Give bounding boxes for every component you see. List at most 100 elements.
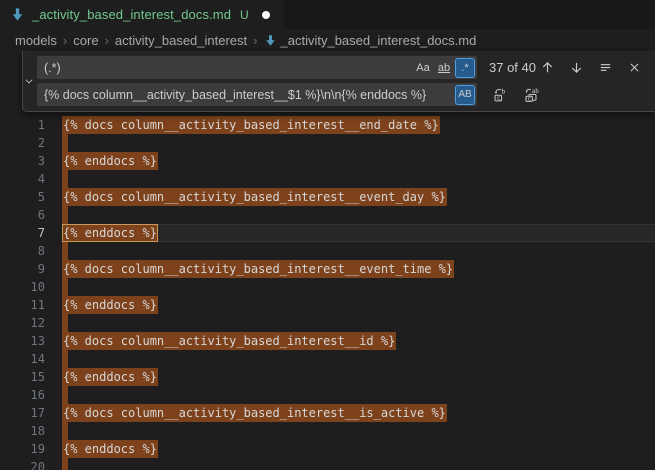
line-content[interactable] <box>62 422 655 440</box>
replace-actions: b c ab <box>489 84 542 106</box>
current-find-match: {% enddocs %} <box>62 224 158 242</box>
line-number[interactable]: 2 <box>0 134 62 152</box>
editor-line: 2 <box>0 134 655 152</box>
whole-word-button[interactable]: ab <box>434 58 454 78</box>
toggle-replace-button[interactable] <box>23 51 35 111</box>
replace-all-button[interactable]: ab c <box>520 84 542 106</box>
line-number[interactable]: 3 <box>0 152 62 170</box>
line-content[interactable]: {% docs column__activity_based_interest_… <box>62 116 655 134</box>
replace-all-icon: ab c <box>523 87 539 103</box>
editor-line: 4 <box>0 170 655 188</box>
selection-lines-icon <box>598 60 613 75</box>
unsaved-changes-dot-icon[interactable] <box>262 11 270 19</box>
chevron-right-icon: › <box>105 33 109 48</box>
replace-button[interactable]: b c <box>489 84 511 106</box>
line-number[interactable]: 5 <box>0 188 62 206</box>
editor-line: 3{% enddocs %} <box>0 152 655 170</box>
breadcrumb-item-file[interactable]: _activity_based_interest_docs.md <box>264 33 477 48</box>
breadcrumb-item-core[interactable]: core <box>73 33 98 48</box>
line-number[interactable]: 11 <box>0 296 62 314</box>
find-actions <box>536 57 645 79</box>
line-number[interactable]: 4 <box>0 170 62 188</box>
line-number[interactable]: 15 <box>0 368 62 386</box>
zero-width-match-highlight <box>62 458 68 470</box>
line-content[interactable] <box>62 206 655 224</box>
zero-width-match-highlight <box>62 314 68 332</box>
editor-line: 13{% docs column__activity_based_interes… <box>0 332 655 350</box>
editor-line: 12 <box>0 314 655 332</box>
preserve-case-button[interactable]: AB <box>455 85 475 105</box>
match-case-button[interactable]: Aa <box>413 58 433 78</box>
line-number[interactable]: 6 <box>0 206 62 224</box>
line-content[interactable]: {% enddocs %} <box>62 368 655 386</box>
find-widget-body: (.*) Aa ab .* 37 of 40 <box>35 51 655 111</box>
find-match: {% enddocs %} <box>62 296 158 314</box>
find-input[interactable]: (.*) <box>44 61 412 75</box>
line-content[interactable]: {% docs column__activity_based_interest_… <box>62 188 655 206</box>
previous-match-button[interactable] <box>536 57 558 79</box>
breadcrumb: models › core › activity_based_interest … <box>0 29 655 51</box>
find-widget: (.*) Aa ab .* 37 of 40 <box>22 51 655 112</box>
editor-line: 9{% docs column__activity_based_interest… <box>0 260 655 278</box>
breadcrumb-item-folder[interactable]: activity_based_interest <box>115 33 247 48</box>
editor-line: 10 <box>0 278 655 296</box>
line-number[interactable]: 8 <box>0 242 62 260</box>
line-number[interactable]: 7 <box>0 224 62 242</box>
zero-width-match-highlight <box>62 350 68 368</box>
line-number[interactable]: 12 <box>0 314 62 332</box>
line-content[interactable]: {% enddocs %} <box>62 224 655 242</box>
line-content[interactable] <box>62 458 655 470</box>
line-content[interactable] <box>62 314 655 332</box>
editor-line: 17{% docs column__activity_based_interes… <box>0 404 655 422</box>
line-content[interactable] <box>62 350 655 368</box>
line-content[interactable]: {% docs column__activity_based_interest_… <box>62 404 655 422</box>
editor-lines: 1{% docs column__activity_based_interest… <box>0 51 655 470</box>
line-number[interactable]: 18 <box>0 422 62 440</box>
markdown-file-icon <box>264 34 277 47</box>
find-match: {% enddocs %} <box>62 152 158 170</box>
line-content[interactable] <box>62 386 655 404</box>
line-content[interactable]: {% enddocs %} <box>62 296 655 314</box>
line-content[interactable] <box>62 242 655 260</box>
line-number[interactable]: 10 <box>0 278 62 296</box>
line-content[interactable] <box>62 170 655 188</box>
line-number[interactable]: 13 <box>0 332 62 350</box>
line-content[interactable]: {% enddocs %} <box>62 440 655 458</box>
zero-width-match-highlight <box>62 242 68 260</box>
breadcrumb-item-models[interactable]: models <box>15 33 57 48</box>
editor-line: 6 <box>0 206 655 224</box>
svg-text:c: c <box>497 93 501 101</box>
line-content[interactable]: {% enddocs %} <box>62 152 655 170</box>
close-find-button[interactable] <box>623 57 645 79</box>
find-in-selection-button[interactable] <box>594 57 616 79</box>
line-number[interactable]: 9 <box>0 260 62 278</box>
arrow-up-icon <box>540 60 555 75</box>
svg-text:b: b <box>502 87 506 95</box>
line-content[interactable] <box>62 278 655 296</box>
line-content[interactable]: {% docs column__activity_based_interest_… <box>62 260 655 278</box>
find-match: {% docs column__activity_based_interest_… <box>62 404 447 422</box>
line-number[interactable]: 17 <box>0 404 62 422</box>
regex-button[interactable]: .* <box>455 58 475 78</box>
zero-width-match-highlight <box>62 206 68 224</box>
line-content[interactable]: {% docs column__activity_based_interest_… <box>62 332 655 350</box>
editor-line: 16 <box>0 386 655 404</box>
zero-width-match-highlight <box>62 278 68 296</box>
arrow-down-icon <box>569 60 584 75</box>
line-content[interactable] <box>62 134 655 152</box>
line-number[interactable]: 20 <box>0 458 62 470</box>
line-number[interactable]: 16 <box>0 386 62 404</box>
tab-activity-docs[interactable]: _activity_based_interest_docs.md U <box>0 0 284 29</box>
replace-icon: b c <box>492 87 508 103</box>
chevron-right-icon: › <box>253 33 257 48</box>
editor-line: 5{% docs column__activity_based_interest… <box>0 188 655 206</box>
line-number[interactable]: 14 <box>0 350 62 368</box>
replace-input-box[interactable]: {% docs column__activity_based_interest_… <box>37 83 477 106</box>
replace-input[interactable]: {% docs column__activity_based_interest_… <box>44 88 454 102</box>
editor[interactable]: 1{% docs column__activity_based_interest… <box>0 51 655 470</box>
find-input-box[interactable]: (.*) Aa ab .* <box>37 56 477 79</box>
line-number[interactable]: 19 <box>0 440 62 458</box>
next-match-button[interactable] <box>565 57 587 79</box>
zero-width-match-highlight <box>62 386 68 404</box>
line-number[interactable]: 1 <box>0 116 62 134</box>
